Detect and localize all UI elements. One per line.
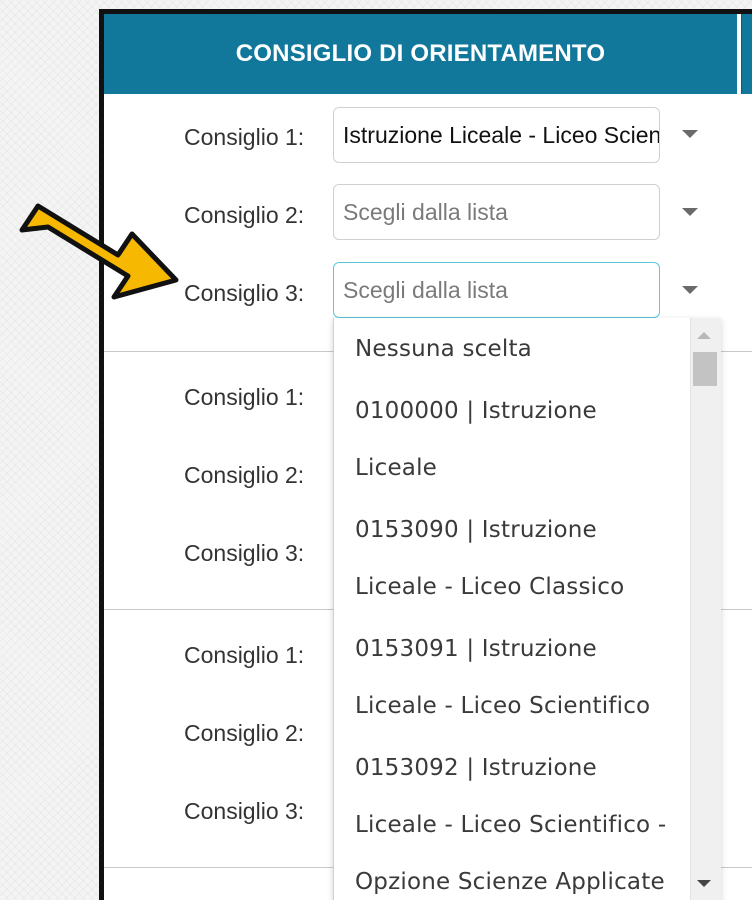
consiglio-3-label: Consiglio 3: bbox=[184, 540, 305, 566]
option-0100000-continued[interactable]: Liceale bbox=[355, 455, 437, 481]
option-0153092-continued[interactable]: Liceale - Liceo Scientifico - bbox=[355, 812, 666, 838]
option-0153090[interactable]: 0153090 | Istruzione bbox=[355, 517, 597, 543]
consiglio-3-select[interactable]: Scegli dalla lista bbox=[333, 262, 660, 318]
consiglio-1-select[interactable]: Istruzione Liceale - Liceo Scientifico bbox=[333, 107, 660, 163]
option-0153091[interactable]: 0153091 | Istruzione bbox=[355, 636, 597, 662]
chevron-down-icon[interactable] bbox=[682, 130, 698, 138]
arrow-pointer-icon bbox=[19, 203, 179, 300]
scroll-down-icon[interactable] bbox=[697, 880, 711, 887]
consiglio-2-select[interactable]: Scegli dalla lista bbox=[333, 184, 660, 240]
option-0153090-continued[interactable]: Liceale - Liceo Classico bbox=[355, 574, 624, 600]
consiglio-3-label: Consiglio 3: bbox=[184, 798, 305, 824]
chevron-down-icon[interactable] bbox=[682, 286, 698, 294]
option-0153092[interactable]: 0153092 | Istruzione bbox=[355, 755, 597, 781]
consiglio-3-label: Consiglio 3: bbox=[184, 280, 305, 306]
panel-title: CONSIGLIO DI ORIENTAMENTO bbox=[235, 40, 606, 67]
dropdown-scrollbar[interactable] bbox=[690, 318, 721, 900]
chevron-down-icon[interactable] bbox=[682, 208, 698, 216]
scrollbar-thumb[interactable] bbox=[693, 352, 717, 386]
option-0153092-continued-2[interactable]: Opzione Scienze Applicate bbox=[355, 869, 665, 895]
panel-header: CONSIGLIO DI ORIENTAMENTO bbox=[104, 14, 752, 94]
consiglio-2-label: Consiglio 2: bbox=[184, 462, 305, 488]
consiglio-1-label: Consiglio 1: bbox=[184, 124, 305, 150]
option-0100000[interactable]: 0100000 | Istruzione bbox=[355, 398, 597, 424]
header-column-divider-shadow bbox=[741, 14, 742, 94]
consiglio-2-label: Consiglio 2: bbox=[184, 720, 305, 746]
option-nessuna-scelta[interactable]: Nessuna scelta bbox=[355, 336, 532, 362]
option-0153091-continued[interactable]: Liceale - Liceo Scientifico bbox=[355, 693, 650, 719]
consiglio-3-dropdown-list[interactable]: Nessuna scelta 0100000 | Istruzione Lice… bbox=[333, 318, 721, 900]
orientation-panel: CONSIGLIO DI ORIENTAMENTO Consiglio 1: I… bbox=[99, 9, 752, 900]
consiglio-2-label: Consiglio 2: bbox=[184, 202, 305, 228]
consiglio-1-label: Consiglio 1: bbox=[184, 642, 305, 668]
scroll-up-icon[interactable] bbox=[697, 332, 711, 339]
consiglio-1-label: Consiglio 1: bbox=[184, 384, 305, 410]
